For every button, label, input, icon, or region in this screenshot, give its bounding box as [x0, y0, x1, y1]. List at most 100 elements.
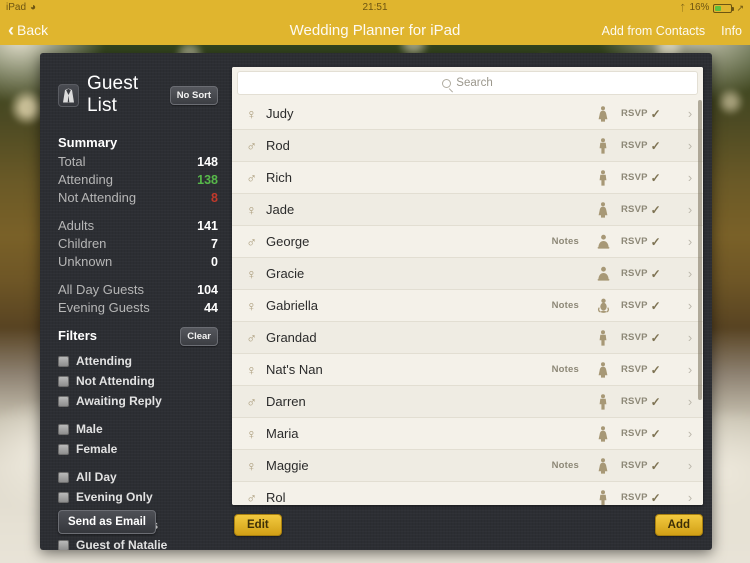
table-row[interactable]: ♀ Gracie RSVP ✓ › — [232, 258, 703, 290]
app-panel: Guest List No Sort Summary Total 148 Att… — [40, 53, 712, 550]
checkbox-icon[interactable] — [58, 444, 69, 455]
search-input[interactable]: Search — [237, 71, 698, 95]
summary-row-attending: Attending 138 — [58, 171, 218, 189]
filter-group-rsvp: Attending Not Attending Awaiting Reply — [58, 352, 218, 411]
adult-female-icon — [591, 425, 615, 442]
filter-label: Not Attending — [76, 374, 155, 388]
check-icon: ✓ — [650, 362, 661, 377]
rsvp-status: RSVP ✓ — [621, 268, 677, 280]
check-icon: ✓ — [650, 298, 661, 313]
filters-header: Filters Clear — [58, 327, 218, 346]
summary-value: 104 — [197, 283, 218, 297]
summary-heading: Summary — [58, 135, 118, 150]
notes-label[interactable]: Notes — [552, 364, 579, 375]
checkbox-icon[interactable] — [58, 424, 69, 435]
table-row[interactable]: ♀ Nat's Nan Notes RSVP ✓ › — [232, 354, 703, 386]
table-row[interactable]: ♂ Grandad RSVP ✓ › — [232, 322, 703, 354]
table-row[interactable]: ♂ Rol RSVP ✓ › — [232, 482, 703, 505]
check-icon: ✓ — [650, 106, 661, 121]
table-row[interactable]: ♀ Gabriella Notes RSVP ✓ › — [232, 290, 703, 322]
guest-name: Maggie — [266, 458, 309, 473]
table-row[interactable]: ♂ George Notes RSVP ✓ › — [232, 226, 703, 258]
add-button[interactable]: Add — [654, 514, 703, 536]
adult-male-icon — [591, 169, 615, 186]
sort-button[interactable]: No Sort — [169, 85, 218, 105]
check-icon: ✓ — [650, 426, 661, 441]
search-placeholder: Search — [456, 77, 493, 89]
rsvp-status: RSVP ✓ — [621, 332, 677, 344]
adult-female-icon — [591, 457, 615, 474]
guest-name: George — [266, 234, 310, 249]
filter-male[interactable]: Male — [58, 420, 218, 439]
filter-not-attending[interactable]: Not Attending — [58, 372, 218, 391]
summary-row-not-attending: Not Attending 8 — [58, 189, 218, 207]
filter-label: Attending — [76, 354, 132, 368]
check-icon: ✓ — [650, 234, 661, 249]
rsvp-label: RSVP — [621, 396, 648, 407]
checkbox-icon[interactable] — [58, 472, 69, 483]
notes-label[interactable]: Notes — [552, 236, 579, 247]
guest-name: Rod — [266, 138, 290, 153]
notes-label[interactable]: Notes — [552, 460, 579, 471]
table-row[interactable]: ♂ Rod RSVP ✓ › — [232, 130, 703, 162]
summary-label: Total — [58, 154, 86, 169]
scrollbar-thumb[interactable] — [698, 100, 702, 400]
guest-list-title: Guest List — [87, 73, 139, 116]
child-icon — [591, 234, 615, 249]
clear-filters-button[interactable]: Clear — [180, 327, 218, 346]
notes-label[interactable]: Notes — [552, 300, 579, 311]
battery-icon — [713, 3, 735, 13]
edit-button[interactable]: Edit — [234, 514, 282, 536]
summary-value: 138 — [197, 173, 218, 187]
ios-status-bar: iPad ◕ 21:51 ᛏ 16% ↗ — [0, 0, 750, 16]
charging-icon: ↗ — [736, 3, 744, 13]
summary-row-total: Total 148 — [58, 153, 218, 171]
rsvp-status: RSVP ✓ — [621, 396, 677, 408]
rsvp-label: RSVP — [621, 364, 648, 375]
list-scrollbar[interactable] — [698, 100, 702, 504]
guest-list-header: Guest List No Sort — [58, 73, 218, 117]
guest-name: Rich — [266, 170, 293, 185]
check-icon: ✓ — [650, 170, 661, 185]
filter-label: Male — [76, 422, 103, 436]
table-row[interactable]: ♀ Jade RSVP ✓ › — [232, 194, 703, 226]
summary-label: Unknown — [58, 254, 113, 269]
table-row[interactable]: ♀ Maggie Notes RSVP ✓ › — [232, 450, 703, 482]
filter-awaiting-reply[interactable]: Awaiting Reply — [58, 392, 218, 411]
table-row[interactable]: ♂ Rich RSVP ✓ › — [232, 162, 703, 194]
checkbox-icon[interactable] — [58, 540, 69, 550]
navigation-bar-actions: Add from Contacts Info — [602, 16, 742, 45]
checkbox-icon[interactable] — [58, 356, 69, 367]
guest-list-content: Search ♀ Judy RSVP ✓ › ♂ Rod RSVP ✓ › ♂ Rich RSVP ✓ › ♀… — [232, 53, 712, 550]
checkbox-icon[interactable] — [58, 492, 69, 503]
rsvp-label: RSVP — [621, 204, 648, 215]
add-from-contacts-button[interactable]: Add from Contacts — [602, 24, 706, 38]
filter-all-day[interactable]: All Day — [58, 468, 218, 487]
filter-female[interactable]: Female — [58, 440, 218, 459]
checkbox-icon[interactable] — [58, 396, 69, 407]
adult-male-icon — [591, 489, 615, 505]
bluetooth-icon: ᛏ — [680, 3, 686, 13]
filter-group-gender: Male Female — [58, 420, 218, 459]
female-symbol-icon: ♀ — [246, 457, 257, 474]
female-symbol-icon: ♀ — [246, 425, 257, 442]
info-button[interactable]: Info — [721, 24, 742, 38]
rsvp-label: RSVP — [621, 300, 648, 311]
table-row[interactable]: ♀ Maria RSVP ✓ › — [232, 418, 703, 450]
table-row[interactable]: ♀ Judy RSVP ✓ › — [232, 98, 703, 130]
rsvp-label: RSVP — [621, 460, 648, 471]
filter-guest-of-natalie[interactable]: Guest of Natalie — [58, 536, 218, 550]
summary-value: 44 — [204, 301, 218, 315]
filter-attending[interactable]: Attending — [58, 352, 218, 371]
filter-group-attendance: All Day Evening Only — [58, 468, 218, 507]
summary-value: 8 — [211, 191, 218, 205]
table-row[interactable]: ♂ Darren RSVP ✓ › — [232, 386, 703, 418]
summary-row-evening-guests: Evening Guests 44 — [58, 299, 218, 317]
filter-label: Guest of Natalie — [76, 538, 168, 550]
send-as-email-button[interactable]: Send as Email — [58, 510, 156, 534]
male-symbol-icon: ♂ — [246, 393, 257, 410]
rsvp-status: RSVP ✓ — [621, 492, 677, 504]
checkbox-icon[interactable] — [58, 376, 69, 387]
filter-evening-only[interactable]: Evening Only — [58, 488, 218, 507]
filter-label: Female — [76, 442, 118, 456]
